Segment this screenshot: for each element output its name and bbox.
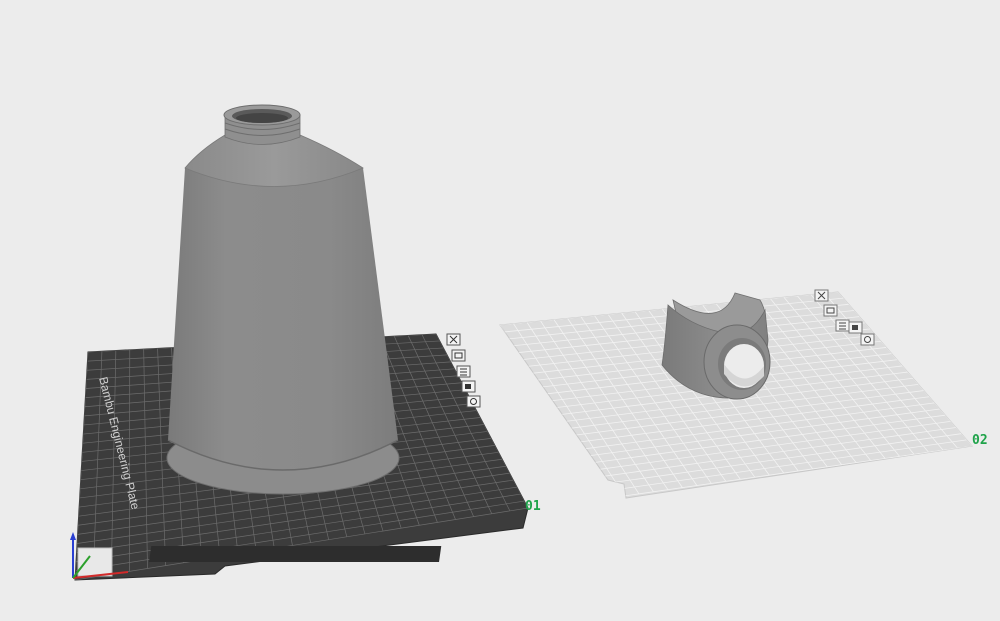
settings-icon[interactable] [466, 395, 481, 408]
lock-icon[interactable] [848, 321, 863, 334]
plate-01-text-strip [149, 546, 442, 562]
lock-icon[interactable] [461, 380, 476, 393]
orient-icon[interactable] [456, 365, 471, 378]
settings-icon[interactable] [860, 333, 875, 346]
cone-bottle-object[interactable] [166, 104, 400, 495]
arrange-icon[interactable] [823, 304, 838, 317]
plate-01-origin-tile [77, 547, 113, 577]
orient-icon[interactable] [835, 319, 850, 332]
plate-02-label: 02 [972, 433, 988, 448]
close-icon[interactable] [814, 289, 829, 302]
plate-01-label: 01 [525, 499, 541, 514]
arrange-icon[interactable] [451, 349, 466, 362]
close-icon[interactable] [446, 333, 461, 346]
3d-viewport[interactable]: Bambu Engineering Plate 01 02 [0, 0, 1000, 621]
